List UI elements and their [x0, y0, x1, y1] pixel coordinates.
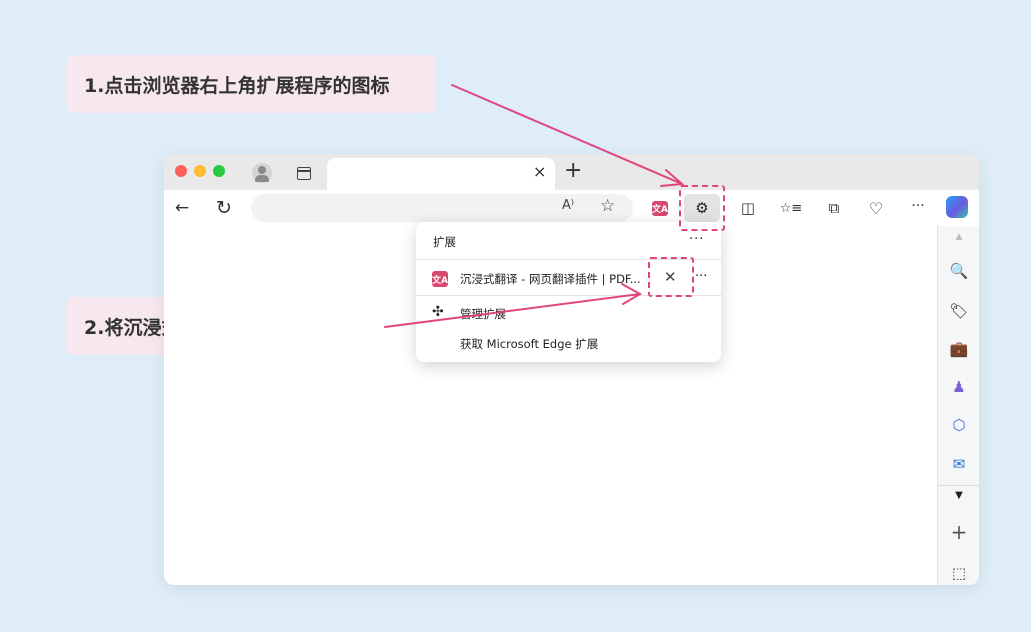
collections-icon[interactable]: ⧉	[823, 190, 845, 226]
close-window-button[interactable]	[175, 165, 187, 177]
favorites-icon[interactable]: ☆≡	[779, 190, 803, 226]
browser-essentials-icon[interactable]: ♡	[865, 190, 887, 226]
extensions-highlight-box	[679, 185, 725, 231]
immersive-translate-toolbar-icon[interactable]: 文A	[652, 201, 668, 216]
pin-highlight-box	[648, 257, 694, 297]
menu-more-icon[interactable]: ···	[689, 232, 704, 247]
new-tab-button[interactable]: +	[564, 159, 582, 183]
tools-briefcase-icon[interactable]: 💼	[938, 340, 979, 358]
add-sidebar-app-icon[interactable]: +	[938, 520, 979, 544]
callout-step-1: 1.点击浏览器右上角扩展程序的图标	[66, 55, 436, 113]
extension-name: 沉浸式翻译 - 网页翻译插件 | PDF...	[460, 272, 641, 286]
immersive-translate-icon: 文A	[432, 271, 448, 287]
search-icon[interactable]: 🔍	[938, 262, 979, 280]
minimize-window-button[interactable]	[194, 165, 206, 177]
shopping-tag-icon[interactable]: 🏷	[938, 302, 979, 320]
split-screen-icon[interactable]: ◫	[737, 190, 759, 226]
tab-actions-icon[interactable]	[297, 167, 311, 180]
scroll-up-icon[interactable]: ▲	[938, 232, 979, 242]
tab-bar: × +	[164, 154, 979, 190]
sidebar: ▲ 🔍 🏷 💼 ♟ ⬡ ✉ ▼ + ⬚	[937, 226, 979, 585]
office-icon[interactable]: ⬡	[938, 416, 979, 434]
back-icon[interactable]: ←	[172, 190, 192, 226]
refresh-icon[interactable]: ↻	[214, 190, 234, 226]
tab-close-icon[interactable]: ×	[533, 162, 546, 181]
outlook-icon[interactable]: ✉	[938, 455, 979, 473]
games-icon[interactable]: ♟	[938, 378, 979, 396]
tab-active[interactable]	[327, 158, 555, 190]
puzzle-icon: ✣	[432, 304, 444, 320]
address-bar[interactable]	[251, 194, 633, 222]
sidebar-divider	[938, 485, 979, 486]
extension-more-icon[interactable]: ···	[695, 269, 707, 284]
get-extensions-link[interactable]: 获取 Microsoft Edge 扩展	[460, 336, 598, 352]
favorite-star-icon[interactable]: ☆	[600, 196, 615, 216]
profile-avatar-icon[interactable]	[252, 163, 272, 183]
read-aloud-icon[interactable]: A⁾	[562, 198, 574, 213]
maximize-window-button[interactable]	[213, 165, 225, 177]
copilot-icon[interactable]	[946, 196, 968, 218]
more-options-icon[interactable]: ···	[904, 188, 932, 224]
screenshot-icon[interactable]: ⬚	[938, 564, 979, 582]
scroll-down-icon[interactable]: ▼	[938, 490, 979, 501]
menu-title: 扩展	[433, 235, 456, 249]
browser-window: × + ← ↻ A⁾ ☆ 文A ⚙ ◫ ☆≡ ⧉ ♡ ··· ▲ 🔍 🏷 💼 ♟…	[164, 154, 979, 585]
manage-extensions-link[interactable]: 管理扩展	[460, 306, 506, 322]
